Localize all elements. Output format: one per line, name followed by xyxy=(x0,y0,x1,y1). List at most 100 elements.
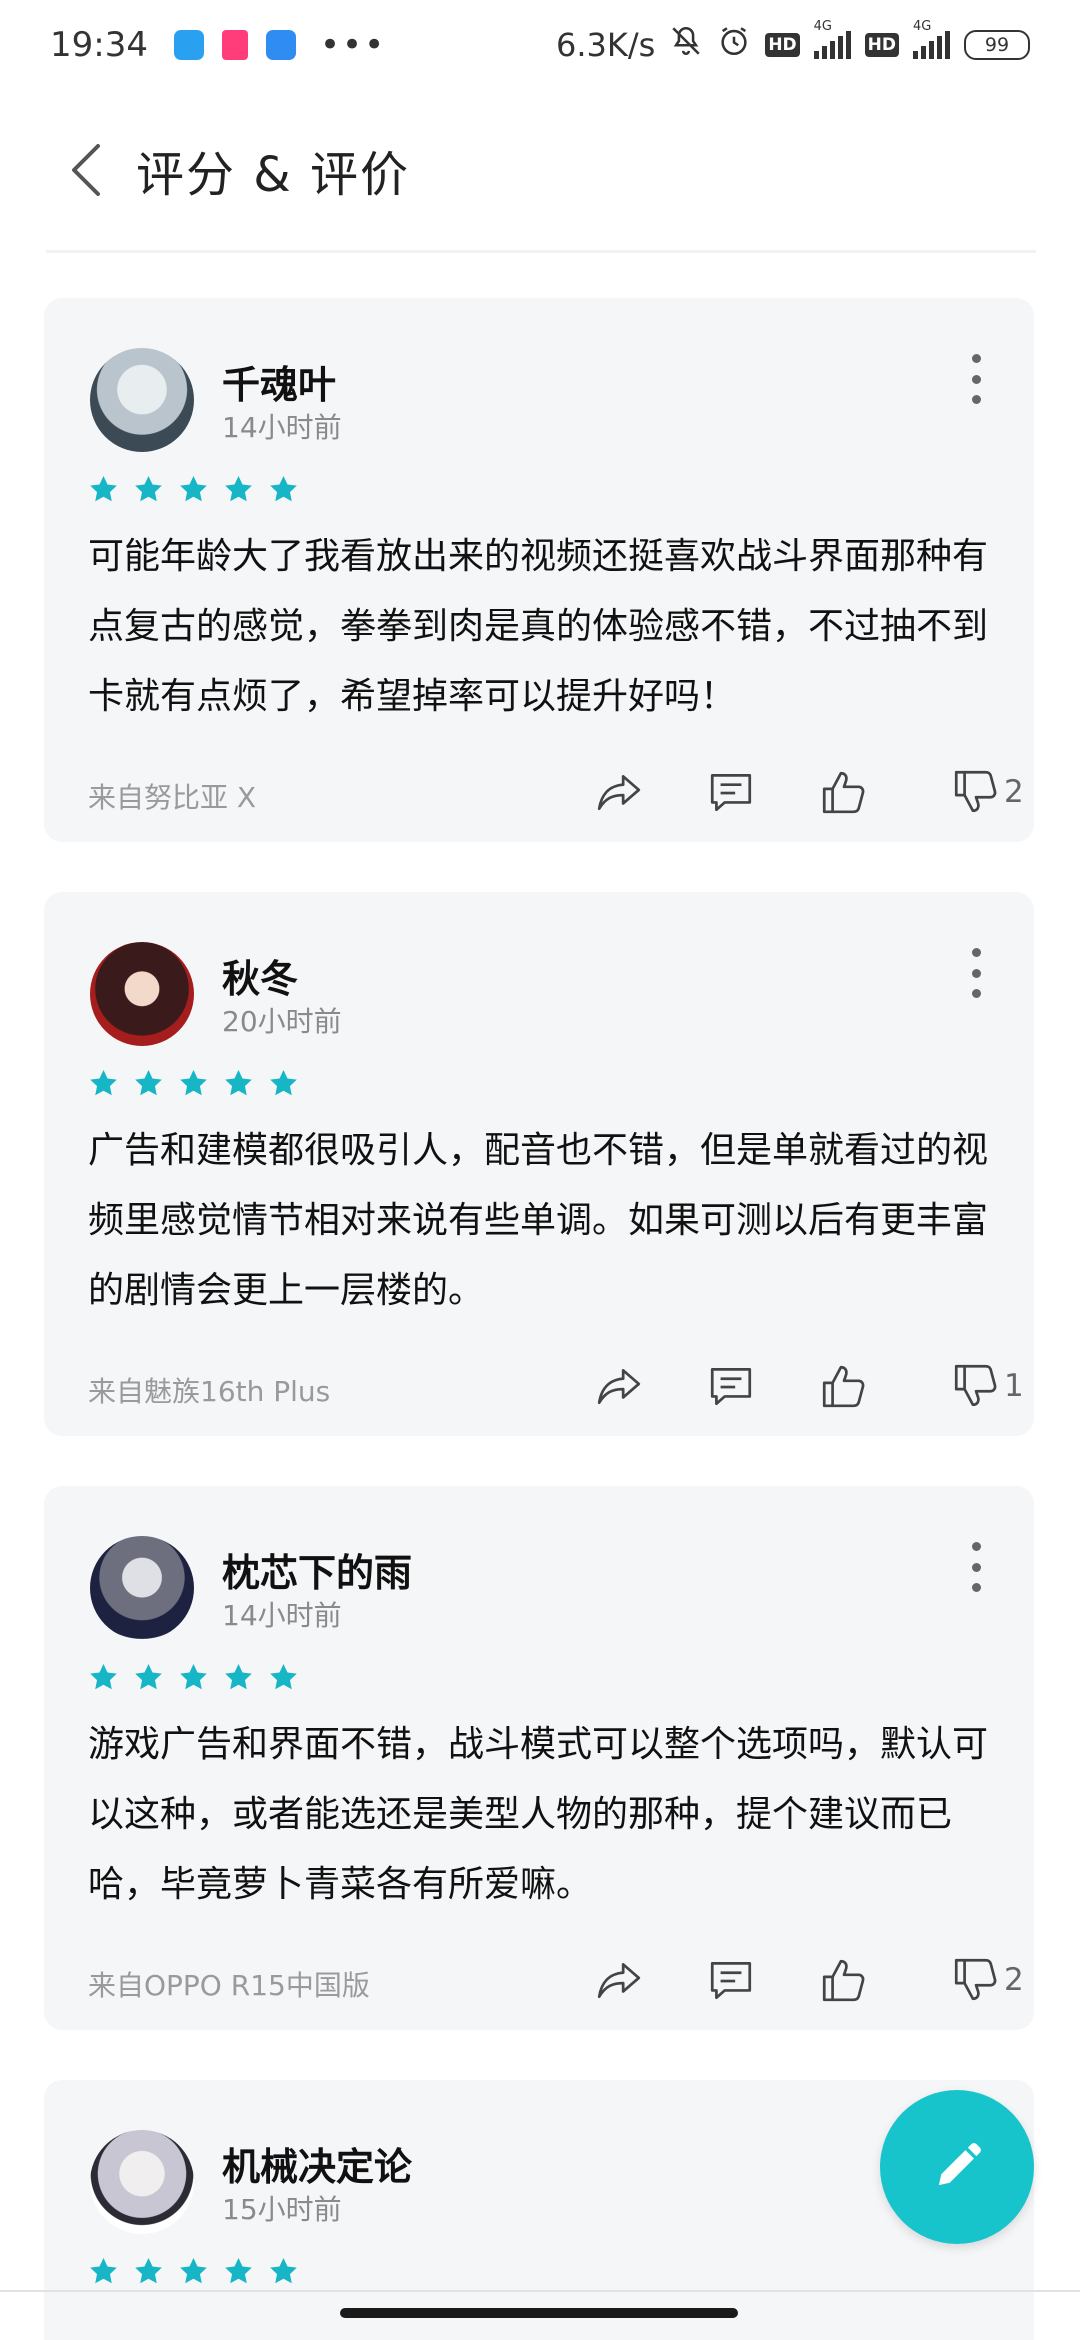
chevron-left-icon xyxy=(72,144,100,196)
star-icon xyxy=(178,1662,209,1693)
star-icon xyxy=(133,1662,164,1693)
thumbs-down-icon xyxy=(950,1955,1000,2005)
dislike-count: 2 xyxy=(1004,1962,1024,1998)
comment-icon xyxy=(706,1955,756,2005)
thumbs-up-icon xyxy=(818,767,868,817)
review-text[interactable]: 广告和建模都很吸引人，配音也不错，但是单就看过的视频里感觉情节相对来说有些单调。… xyxy=(88,1116,1008,1326)
thumbs-down-icon xyxy=(950,767,1000,817)
avatar[interactable] xyxy=(90,2130,194,2234)
star-icon xyxy=(133,2256,164,2287)
user-name[interactable]: 枕芯下的雨 xyxy=(222,1542,412,1597)
network-speed: 6.3K/s xyxy=(555,26,656,64)
page-title: 评分 & 评价 xyxy=(136,147,410,203)
star-icon xyxy=(268,2256,299,2287)
star-icon xyxy=(223,1068,254,1099)
mail-app-icon xyxy=(173,30,204,60)
write-review-button[interactable] xyxy=(880,2090,1034,2244)
battery-icon: 99 xyxy=(964,30,1030,60)
star-icon xyxy=(178,1068,209,1099)
like-button[interactable] xyxy=(818,764,868,820)
review-card: 机械决定论 15小时前 xyxy=(44,2080,1034,2340)
bottom-divider xyxy=(0,2290,1080,2292)
more-notifications-icon: ••• xyxy=(319,25,387,65)
like-button[interactable] xyxy=(818,1952,868,2008)
dislike-button[interactable]: 1 xyxy=(950,1358,1024,1414)
thumbs-up-icon xyxy=(818,1361,868,1411)
user-name[interactable]: 秋冬 xyxy=(222,948,298,1003)
review-card: 秋冬 20小时前 广告和建模都很吸引人，配音也不错，但是单就看过的视频里感觉情节… xyxy=(44,892,1034,1436)
more-options-button[interactable] xyxy=(970,354,982,404)
share-icon xyxy=(594,1361,644,1411)
post-time: 14小时前 xyxy=(222,411,342,444)
hd-badge-1: HD xyxy=(765,33,800,57)
user-name[interactable]: 机械决定论 xyxy=(222,2136,412,2191)
review-card: 千魂叶 14小时前 可能年龄大了我看放出来的视频还挺喜欢战斗界面那种有点复古的感… xyxy=(44,298,1034,842)
star-icon xyxy=(268,1662,299,1693)
star-icon xyxy=(223,1662,254,1693)
like-button[interactable] xyxy=(818,1358,868,1414)
dislike-button[interactable]: 2 xyxy=(950,1952,1024,2008)
signal-icon: 4G xyxy=(813,19,851,59)
signal-icon-2: 4G xyxy=(913,19,950,59)
comment-button[interactable] xyxy=(706,1358,756,1414)
hd-badge-2: HD xyxy=(864,33,899,57)
star-icon xyxy=(223,474,254,505)
review-footer: 来自努比亚 X 2 xyxy=(88,764,1024,824)
review-footer: 来自魅族16th Plus 1 xyxy=(88,1358,1024,1418)
avatar[interactable] xyxy=(90,1536,194,1640)
back-button[interactable] xyxy=(60,135,110,205)
star-icon xyxy=(178,474,209,505)
star-rating xyxy=(88,474,299,505)
review-card: 枕芯下的雨 14小时前 游戏广告和界面不错，战斗模式可以整个选项吗，默认可以这种… xyxy=(44,1486,1034,2030)
star-rating xyxy=(88,1068,299,1099)
star-icon xyxy=(133,1068,164,1099)
avatar[interactable] xyxy=(90,942,194,1046)
star-icon xyxy=(88,1662,119,1693)
post-time: 20小时前 xyxy=(222,1005,342,1038)
star-rating xyxy=(88,1662,299,1693)
post-time: 15小时前 xyxy=(222,2193,342,2226)
more-options-button[interactable] xyxy=(970,1542,982,1592)
video-app-icon xyxy=(221,30,248,60)
comment-button[interactable] xyxy=(706,1952,756,2008)
status-right: 6.3K/s HD 4G HD 4G 99 xyxy=(556,0,1030,90)
share-button[interactable] xyxy=(594,1358,644,1414)
dislike-count: 1 xyxy=(1004,1368,1024,1404)
post-time: 14小时前 xyxy=(222,1599,342,1632)
user-name[interactable]: 千魂叶 xyxy=(222,354,336,409)
status-time: 19:34 xyxy=(50,25,148,65)
share-button[interactable] xyxy=(594,1952,644,2008)
review-text[interactable]: 可能年龄大了我看放出来的视频还挺喜欢战斗界面那种有点复古的感觉，拳拳到肉是真的体… xyxy=(88,522,1008,732)
star-icon xyxy=(268,1068,299,1099)
device-label: 来自魅族16th Plus xyxy=(88,1375,331,1408)
star-rating xyxy=(88,2256,299,2287)
share-icon xyxy=(594,767,644,817)
more-options-button[interactable] xyxy=(970,948,982,998)
device-label: 来自OPPO R15中国版 xyxy=(88,1969,370,2002)
star-icon xyxy=(88,474,119,505)
pencil-icon xyxy=(938,2143,981,2186)
star-icon xyxy=(268,474,299,505)
share-icon xyxy=(594,1955,644,2005)
home-indicator[interactable] xyxy=(340,2308,738,2318)
page-header: 评分 & 评价 xyxy=(0,90,1080,250)
review-text[interactable]: 游戏广告和界面不错，战斗模式可以整个选项吗，默认可以这种，或者能选还是美型人物的… xyxy=(88,1710,1008,1920)
status-bar: 19:34 ••• 6.3K/s HD 4G HD 4G 99 xyxy=(0,0,1080,90)
avatar[interactable] xyxy=(90,348,194,452)
mute-icon xyxy=(669,24,703,66)
comment-icon xyxy=(706,1361,756,1411)
thumbs-down-icon xyxy=(950,1361,1000,1411)
alarm-icon xyxy=(717,24,751,66)
comment-button[interactable] xyxy=(706,764,756,820)
film-app-icon xyxy=(265,30,296,60)
star-icon xyxy=(88,1068,119,1099)
star-icon xyxy=(178,2256,209,2287)
star-icon xyxy=(88,2256,119,2287)
star-icon xyxy=(133,474,164,505)
dislike-count: 2 xyxy=(1004,774,1024,810)
dislike-button[interactable]: 2 xyxy=(950,764,1024,820)
header-divider xyxy=(46,250,1036,253)
review-footer: 来自OPPO R15中国版 2 xyxy=(88,1952,1024,2012)
star-icon xyxy=(223,2256,254,2287)
share-button[interactable] xyxy=(594,764,644,820)
